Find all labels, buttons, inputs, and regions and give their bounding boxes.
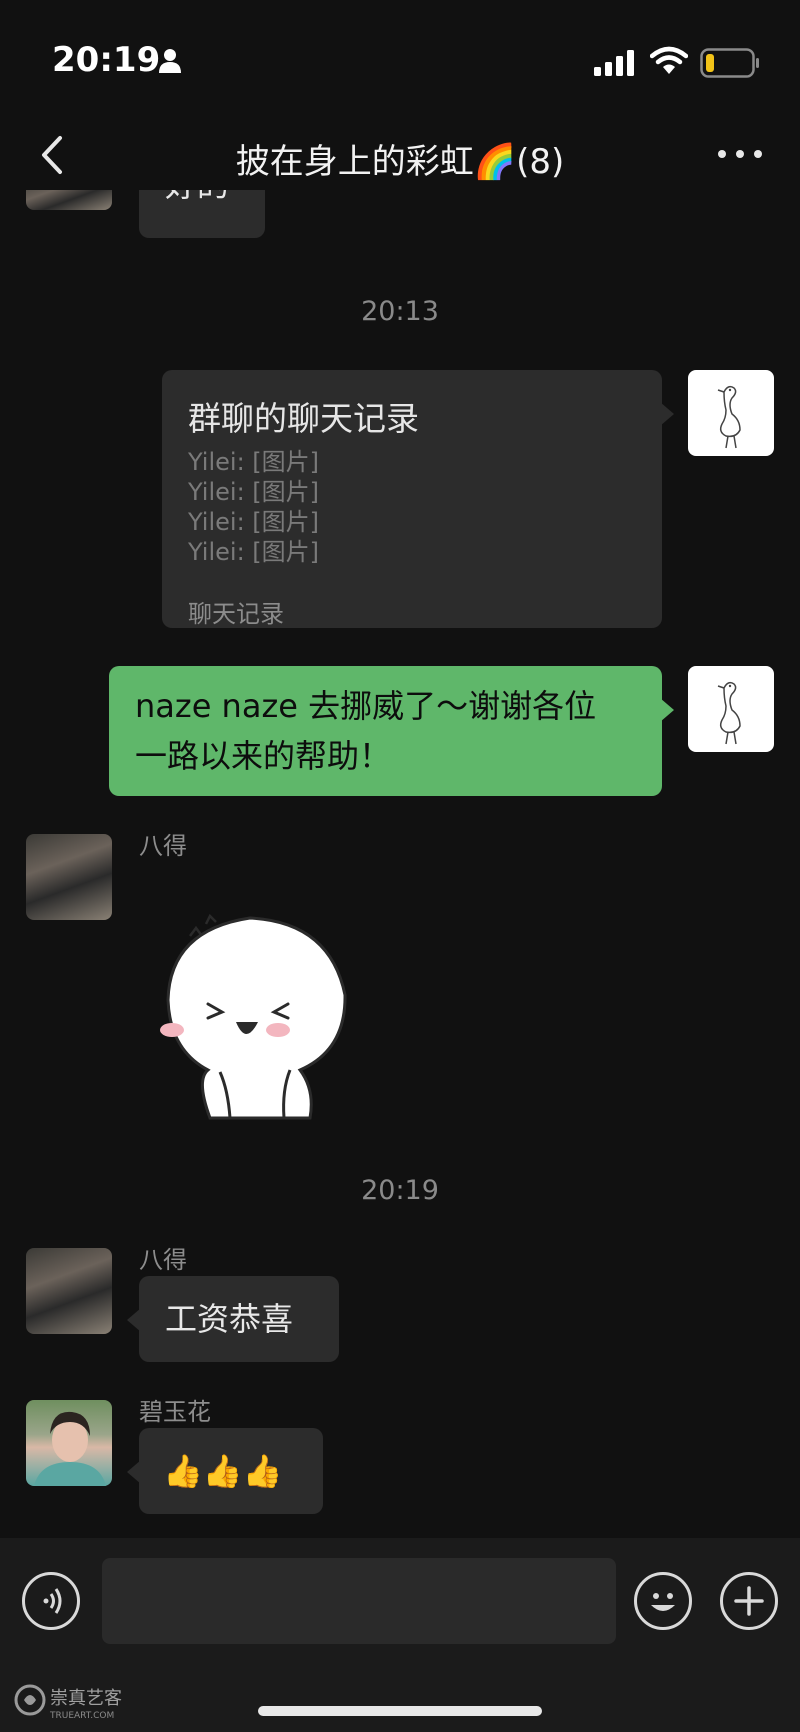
watermark-url: TRUEART.COM xyxy=(49,1711,114,1721)
status-time: 20:19 xyxy=(52,40,161,80)
emoji-button[interactable] xyxy=(634,1572,692,1630)
goose-sketch-icon xyxy=(717,681,741,745)
goose-sketch-icon xyxy=(717,385,741,449)
chat-record-title: 群聊的聊天记录 xyxy=(188,399,419,438)
chat-record-footer: 聊天记录 xyxy=(188,600,284,628)
battery-icon xyxy=(700,48,759,78)
sender-name: 碧玉花 xyxy=(139,1398,211,1426)
chat-title-text: 披在身上的彩虹🌈(8) xyxy=(235,142,565,182)
self-avatar[interactable] xyxy=(688,370,774,456)
more-functions-button[interactable] xyxy=(720,1572,778,1630)
portrait-image xyxy=(34,1411,106,1486)
watermark-logo: 崇真艺客 TRUEART.COM xyxy=(14,1682,134,1726)
sender-name: 八得 xyxy=(139,832,187,860)
message-text: 工资恭喜 xyxy=(165,1300,294,1338)
message-text: 👍👍👍 xyxy=(163,1452,283,1490)
timestamp: 20:13 xyxy=(361,296,439,327)
plus-icon xyxy=(734,1586,764,1616)
status-bar: 20:19 xyxy=(0,0,800,110)
chat-record-card[interactable]: 群聊的聊天记录 Yilei: [图片] Yilei: [图片] Yilei: [… xyxy=(162,370,674,628)
avatar[interactable] xyxy=(26,1248,112,1334)
input-bar: 崇真艺客 TRUEART.COM xyxy=(0,1538,800,1732)
message-bubble[interactable]: 👍👍👍 xyxy=(127,1428,323,1514)
signal-icon xyxy=(594,50,634,76)
more-icon[interactable] xyxy=(710,134,770,174)
sender-name: 八得 xyxy=(139,1246,187,1274)
voice-button[interactable] xyxy=(22,1572,80,1630)
message-bubble[interactable]: 工资恭喜 xyxy=(127,1276,339,1362)
avatar[interactable] xyxy=(26,834,112,920)
trueart-logo-icon: 崇真艺客 TRUEART.COM xyxy=(14,1684,122,1721)
sticker-image[interactable] xyxy=(150,900,360,1120)
chat-header-overlay: 披在身上的彩虹🌈(8) xyxy=(0,110,800,202)
wifi-icon xyxy=(650,46,688,74)
self-message-bubble[interactable]: naze naze 去挪威了～谢谢各位 一路以来的帮助！ xyxy=(109,666,674,796)
timestamp: 20:19 xyxy=(361,1175,439,1206)
watermark-name: 崇真艺客 xyxy=(50,1688,122,1709)
avatar[interactable] xyxy=(26,1400,112,1486)
message-text-line: naze naze 去挪威了～谢谢各位 xyxy=(135,687,597,725)
voice-icon xyxy=(43,1588,62,1614)
person-icon xyxy=(159,49,181,73)
message-text-line: 一路以来的帮助！ xyxy=(135,737,392,775)
smiley-icon xyxy=(651,1593,675,1611)
chat-record-line: Yilei: [图片] xyxy=(188,538,320,566)
self-avatar[interactable] xyxy=(688,666,774,752)
home-indicator[interactable] xyxy=(258,1706,542,1716)
message-input[interactable] xyxy=(102,1558,616,1644)
